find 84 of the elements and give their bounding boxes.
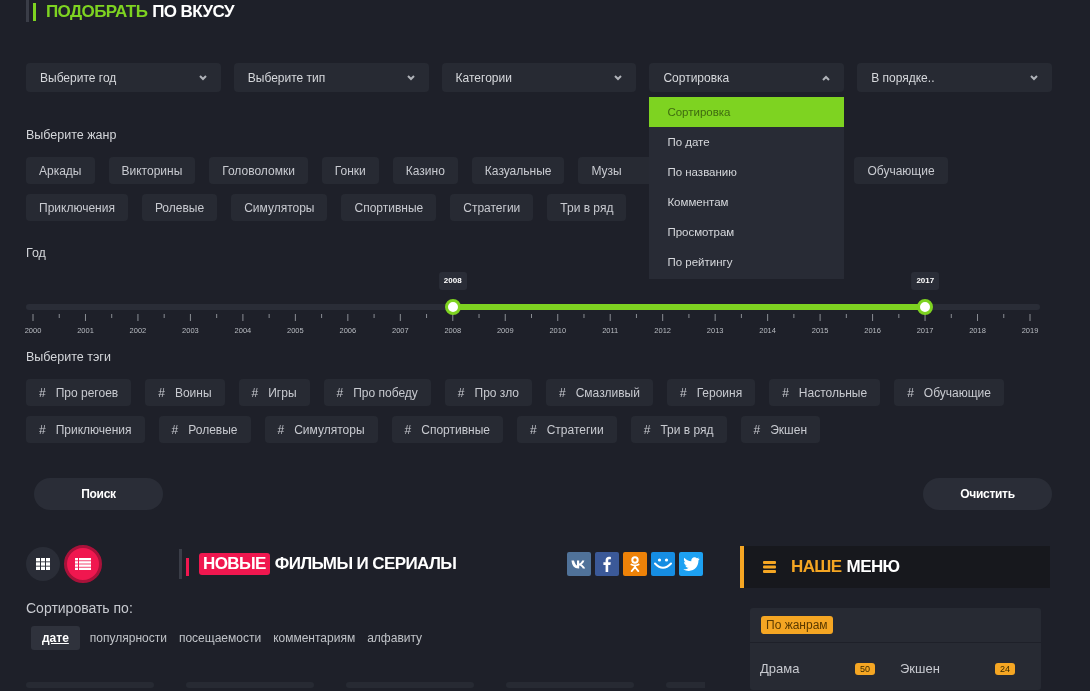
dropdown-option[interactable]: По рейтингу [649, 247, 845, 277]
title-bar [33, 3, 36, 21]
search-button[interactable]: Поиск [34, 478, 163, 510]
filter-label: Выберите тэги [26, 350, 111, 364]
menu-icon[interactable] [763, 561, 776, 573]
dropdown-option[interactable]: По названию [649, 157, 845, 187]
chevron-down-icon [614, 74, 623, 81]
chevron-down-icon [198, 74, 207, 81]
tag-chip[interactable]: # Обучающие [894, 379, 1004, 406]
sort-label: Сортировать по: [26, 600, 133, 616]
sort-link[interactable]: популярности [84, 626, 172, 650]
genre-chip[interactable]: Гонки [321, 157, 379, 184]
sort-link[interactable]: дате [31, 626, 80, 650]
grid-view-button[interactable] [26, 547, 60, 581]
share-button[interactable] [595, 552, 619, 576]
section-title: НАШЕ МЕНЮ [791, 557, 900, 577]
genre-chip[interactable]: Казино [392, 157, 458, 184]
group-badge[interactable]: По жанрам [761, 616, 833, 634]
genre-chip[interactable]: Головоломки [209, 157, 308, 184]
tag-chip[interactable]: # Настольные [769, 379, 881, 406]
dropdown[interactable]: Выберите тип [233, 63, 429, 92]
genre-chip[interactable]: Три в ряд [547, 194, 627, 221]
dropdown-option[interactable]: Комментам [649, 187, 845, 217]
filter-label: Год [26, 246, 46, 260]
dropdown-option[interactable]: По дате [649, 127, 845, 157]
tag-chip[interactable]: # Воины [145, 379, 225, 406]
genre-chip[interactable]: Аркады [26, 157, 95, 184]
tag-chip[interactable]: # Про победу [323, 379, 431, 406]
genre-link[interactable]: Экшен [900, 661, 940, 676]
dropdown-option[interactable]: Просмотрам [649, 217, 845, 247]
sort-link[interactable]: посещаемости [173, 626, 267, 650]
tag-chip[interactable]: # Смазливый [546, 379, 653, 406]
count-badge: 24 [995, 662, 1015, 675]
smile-icon [654, 558, 672, 570]
tag-chip[interactable]: # Игры [238, 379, 310, 406]
tag-chip[interactable]: # Приключения [26, 416, 145, 443]
dropdown[interactable]: В порядке.. [857, 63, 1052, 92]
share-button[interactable] [679, 552, 703, 576]
tag-chip[interactable]: # Про регоев [26, 379, 132, 406]
bird-icon [682, 557, 700, 571]
chevron-down-icon [406, 74, 415, 81]
slider-thumb[interactable] [444, 299, 461, 315]
dropdown[interactable]: Категории [441, 63, 637, 92]
genre-chip[interactable]: Стратегии [450, 194, 534, 221]
section-title: НОВЫЕ ФИЛЬМЫ И СЕРИАЛЫ [199, 553, 457, 575]
count-badge: 50 [855, 662, 875, 675]
grid-icon [36, 558, 50, 570]
tag-chip[interactable]: # Про зло [444, 379, 532, 406]
tag-chip[interactable]: # Экшен [740, 416, 821, 443]
dropdown-option[interactable]: Сортировка [649, 97, 845, 127]
title-bar [186, 558, 189, 576]
clear-button[interactable]: Очистить [923, 478, 1052, 510]
genre-chip[interactable]: Симуляторы [231, 194, 328, 221]
tag-chip[interactable]: # Симуляторы [264, 416, 378, 443]
chevron-up-icon [822, 74, 831, 81]
share-button[interactable] [623, 552, 647, 576]
chevron-down-icon [1030, 74, 1038, 81]
genre-chip[interactable]: Ролевые [141, 194, 218, 221]
slider-thumb[interactable] [917, 299, 934, 315]
share-button[interactable] [651, 552, 675, 576]
value-bubble: 2017 [911, 272, 940, 290]
genre-chip[interactable]: Приключения [26, 194, 128, 221]
ok-icon [630, 556, 640, 572]
dropdown[interactable]: Выберите год [26, 63, 221, 92]
tag-chip[interactable]: # Героиня [666, 379, 756, 406]
share-button[interactable] [567, 552, 591, 576]
tag-chip[interactable]: # Стратегии [516, 416, 617, 443]
section-title: ПОДОБРАТЬ ПО ВКУСУ [46, 2, 234, 22]
tag-chip[interactable]: # Спортивные [391, 416, 503, 443]
filter-label: Выберите жанр [26, 128, 117, 142]
genre-chip[interactable]: Викторины [108, 157, 196, 184]
sort-link[interactable]: алфавиту [362, 626, 428, 650]
value-bubble: 2008 [438, 272, 467, 290]
list-icon [75, 558, 91, 570]
genre-chip[interactable]: Обучающие [854, 157, 948, 184]
vk-icon [571, 559, 587, 569]
facebook-icon [603, 556, 611, 572]
genre-link[interactable]: Драма [760, 661, 800, 676]
sort-link[interactable]: комментариям [268, 626, 361, 650]
tag-chip[interactable]: # Ролевые [158, 416, 251, 443]
genre-chip[interactable]: Казуальные [471, 157, 565, 184]
genre-chip[interactable]: Спортивные [341, 194, 437, 221]
list-view-button[interactable] [64, 545, 102, 583]
tag-chip[interactable]: # Три в ряд [630, 416, 727, 443]
